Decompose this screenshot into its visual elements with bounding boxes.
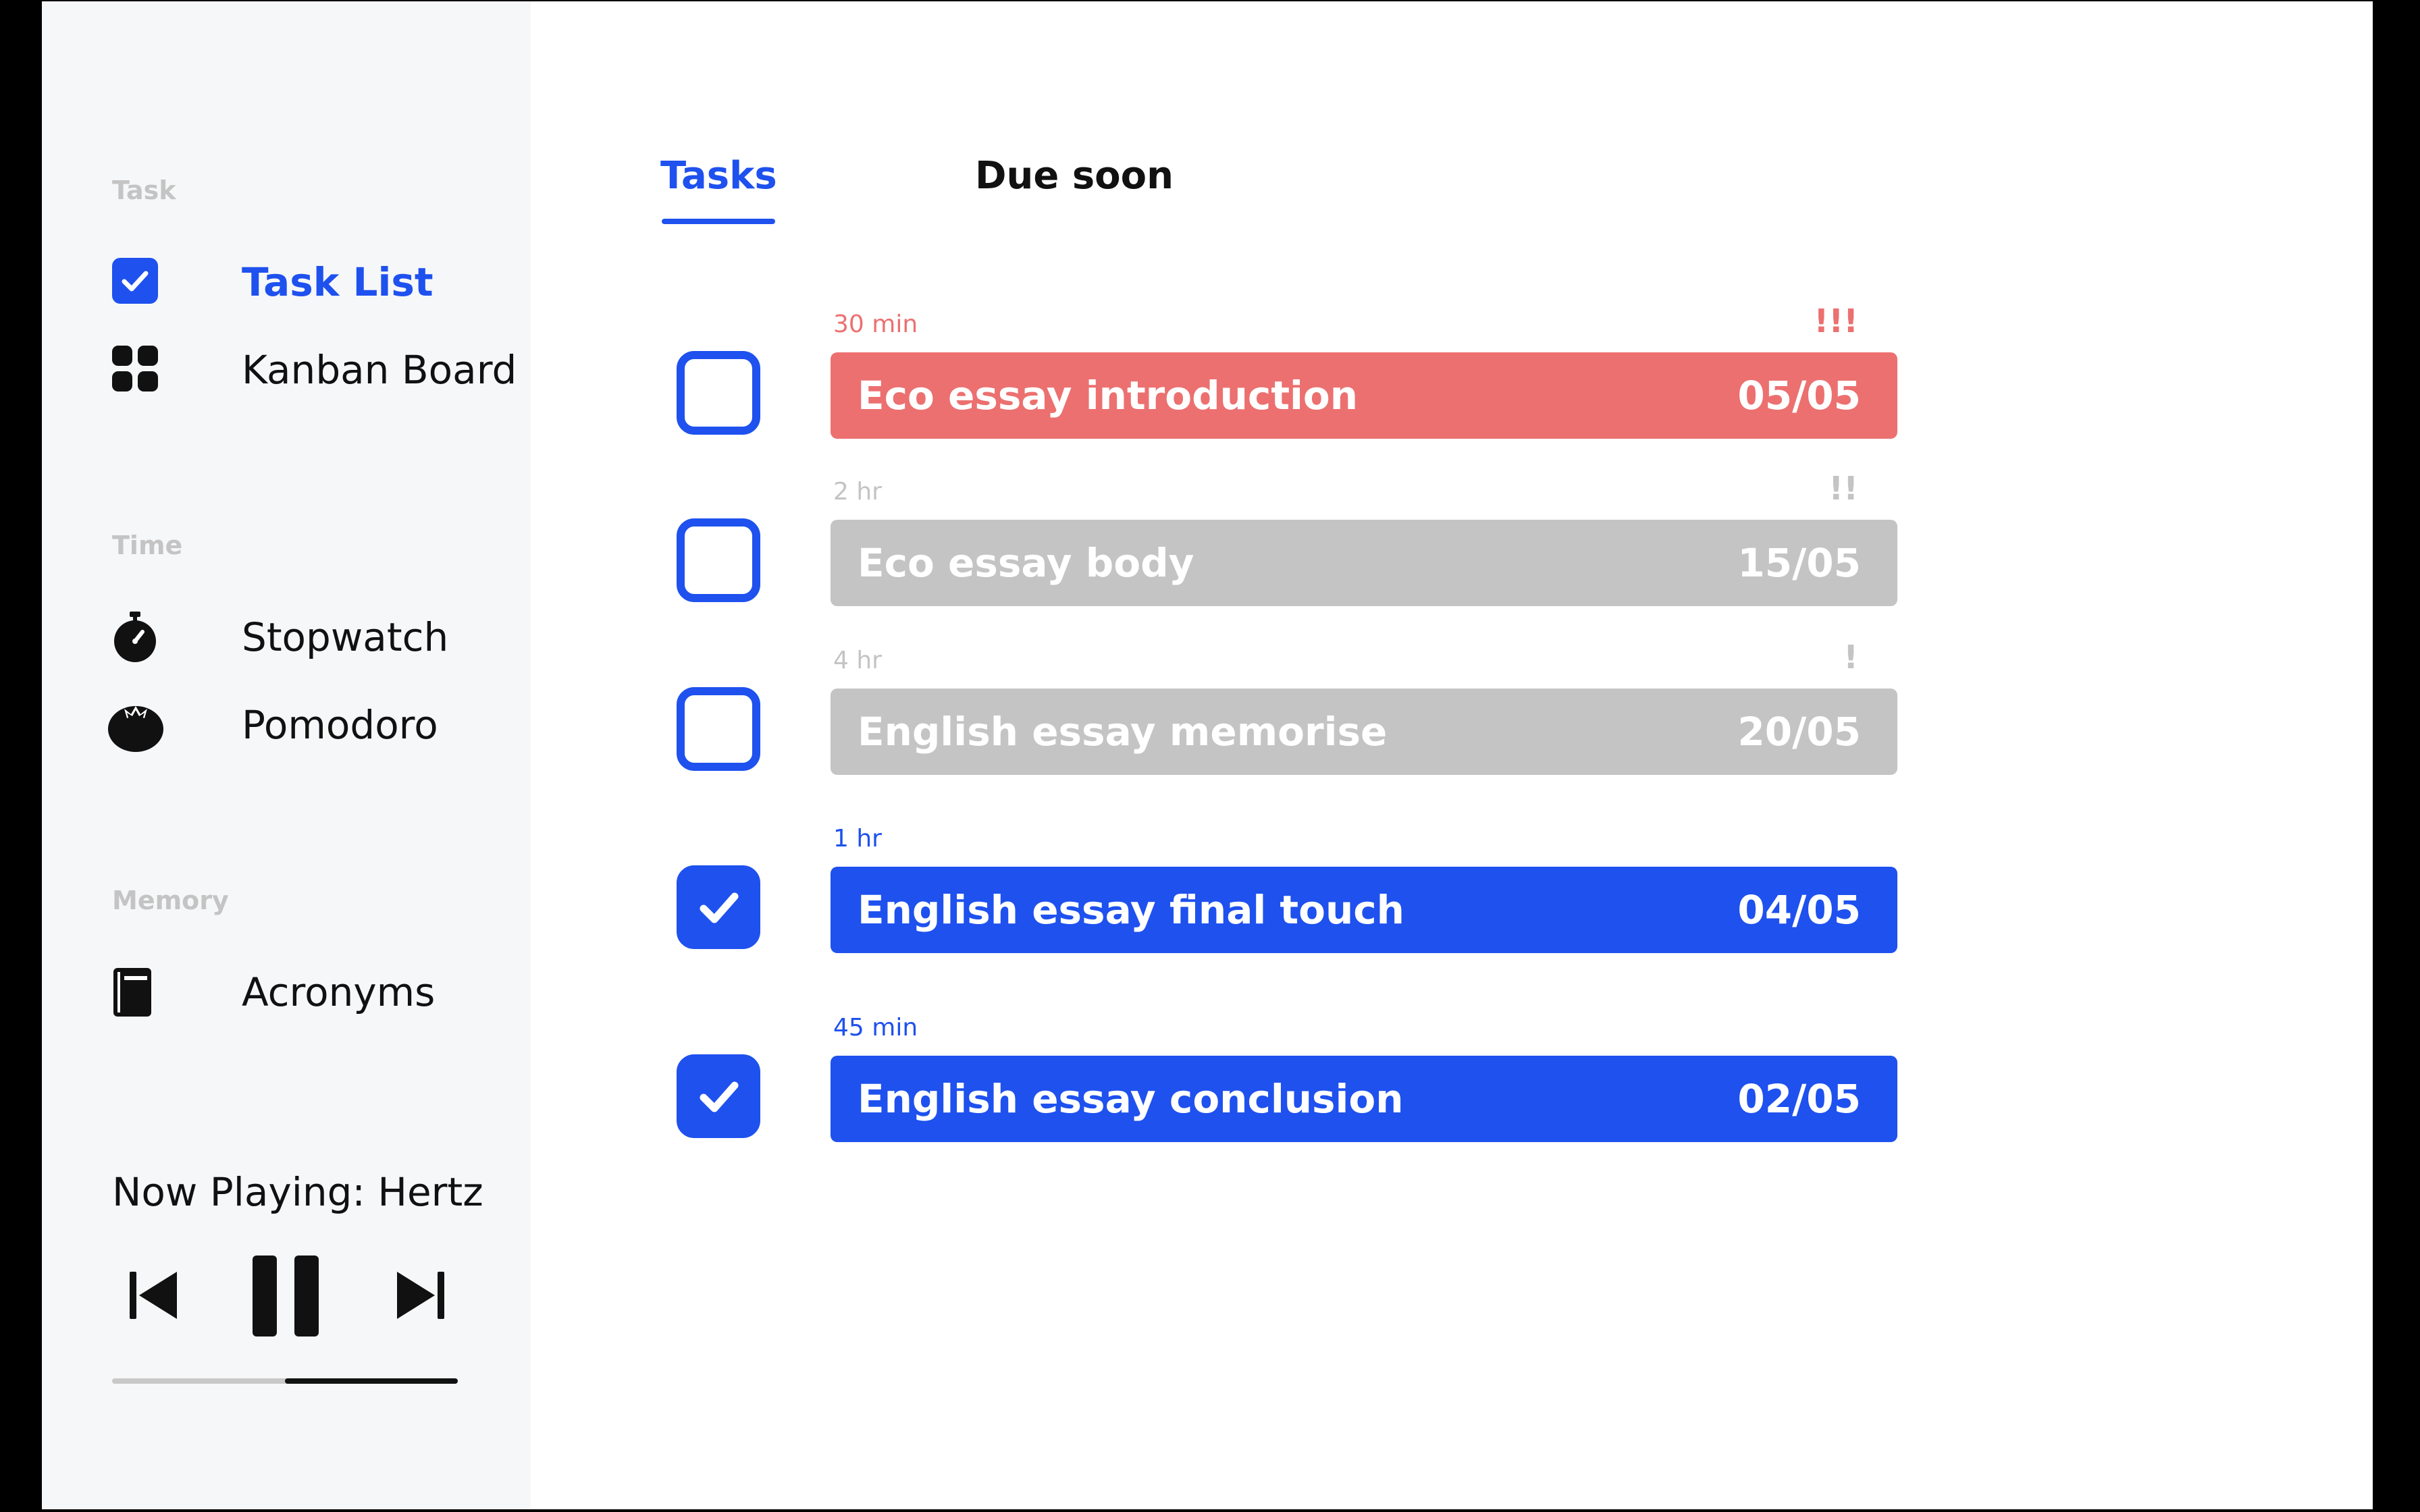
app-window: Task Task List Kanban Board Time Stopwat… (42, 1, 2373, 1509)
tab-tasks[interactable]: Tasks (660, 154, 777, 198)
task-duration: 4 hr (833, 647, 882, 674)
now-playing-text: Now Playing: Hertz (112, 1169, 483, 1215)
task-duration: 45 min (833, 1014, 918, 1042)
task-name: English essay conclusion (858, 1076, 1404, 1122)
sidebar-item-stopwatch[interactable]: Stopwatch (111, 608, 489, 662)
task-bar[interactable]: English essay final touch 04/05 (831, 867, 1897, 953)
task-checkbox[interactable] (677, 687, 760, 771)
task-duration: 2 hr (833, 478, 882, 506)
sidebar: Task Task List Kanban Board Time Stopwat… (42, 1, 531, 1509)
task-checkbox[interactable] (677, 518, 760, 602)
sidebar-item-acronyms[interactable]: Acronyms (111, 963, 489, 1017)
sidebar-item-label: Pomodoro (242, 702, 438, 748)
task-due-date: 20/05 (1737, 709, 1861, 755)
sidebar-item-pomodoro[interactable]: Pomodoro (108, 695, 489, 752)
next-icon (396, 1272, 446, 1323)
book-icon (111, 967, 163, 1019)
sidebar-item-kanban-board[interactable]: Kanban Board (111, 340, 517, 397)
task-due-date: 04/05 (1737, 887, 1861, 933)
section-label-memory: Memory (112, 886, 229, 915)
task-checkbox[interactable] (677, 351, 760, 435)
next-button[interactable] (396, 1270, 446, 1323)
task-bar[interactable]: Eco essay introduction 05/05 (831, 352, 1897, 439)
task-bar[interactable]: English essay conclusion 02/05 (831, 1056, 1897, 1142)
previous-icon (128, 1272, 178, 1323)
task-priority: !!! (1814, 302, 1858, 340)
task-name: Eco essay introduction (858, 373, 1359, 418)
playback-progress-bar[interactable] (112, 1378, 458, 1384)
previous-button[interactable] (128, 1270, 178, 1323)
task-priority: !! (1829, 470, 1858, 508)
section-label-task: Task (112, 176, 176, 205)
task-name: English essay final touch (858, 887, 1404, 933)
task-priority: ! (1843, 639, 1858, 676)
grid-icon (111, 344, 163, 397)
tomato-icon (107, 699, 163, 752)
sidebar-item-task-list[interactable]: Task List (111, 252, 489, 306)
playback-progress-fill (285, 1378, 458, 1384)
pause-icon (251, 1256, 321, 1341)
task-name: Eco essay body (858, 540, 1194, 586)
sidebar-item-label: Stopwatch (242, 614, 449, 660)
task-name: English essay memorise (858, 709, 1388, 755)
tab-due-soon[interactable]: Due soon (975, 154, 1174, 198)
task-duration: 1 hr (833, 825, 882, 853)
task-due-date: 05/05 (1737, 373, 1861, 418)
active-tab-indicator (662, 219, 775, 224)
task-checkbox[interactable] (677, 1054, 760, 1138)
task-bar[interactable]: Eco essay body 15/05 (831, 520, 1897, 606)
stopwatch-icon (111, 612, 163, 664)
task-due-date: 15/05 (1737, 540, 1861, 586)
sidebar-item-label: Acronyms (242, 969, 436, 1015)
task-bar[interactable]: English essay memorise 20/05 (831, 688, 1897, 775)
task-duration: 30 min (833, 310, 918, 338)
pause-button[interactable] (251, 1254, 321, 1341)
sidebar-item-label: Task List (242, 259, 433, 305)
task-checkbox[interactable] (677, 865, 760, 949)
task-due-date: 02/05 (1737, 1076, 1861, 1122)
checkbox-icon (111, 256, 163, 309)
sidebar-item-label: Kanban Board (242, 347, 517, 393)
section-label-time: Time (112, 531, 183, 560)
